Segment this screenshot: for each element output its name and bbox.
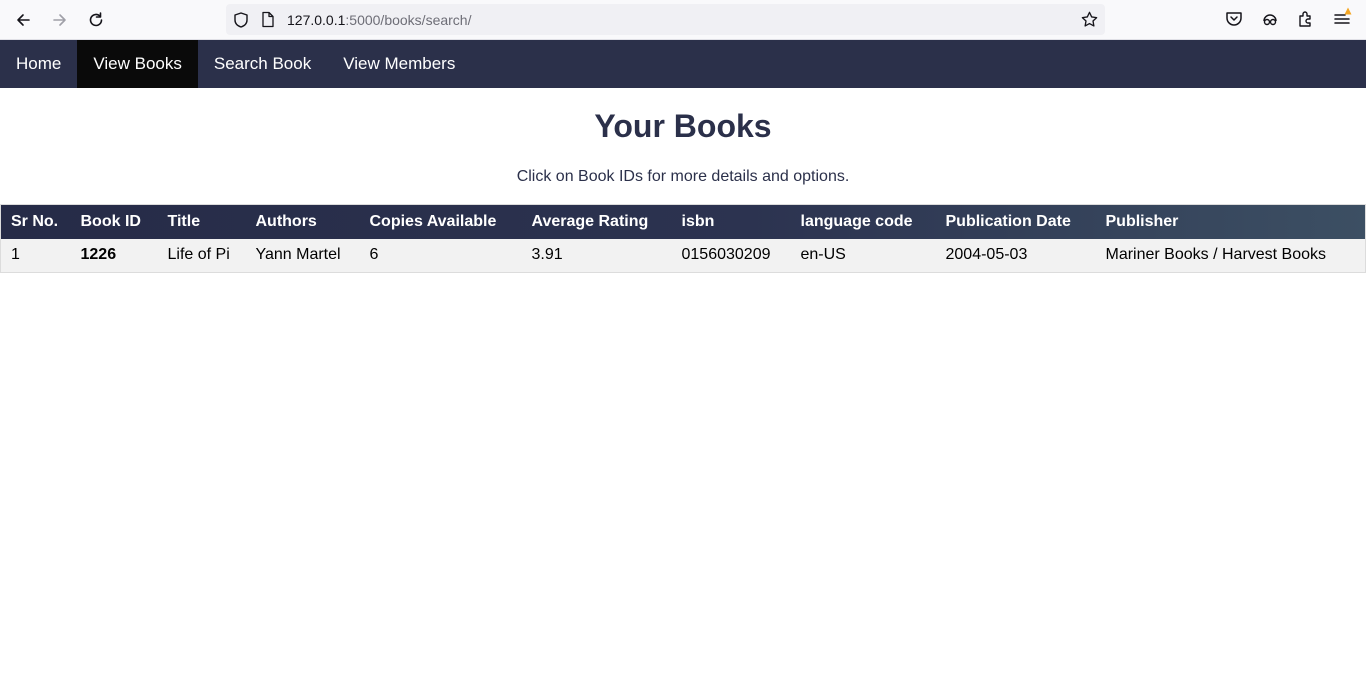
notification-dot <box>1344 7 1352 15</box>
nav-view-books[interactable]: View Books <box>77 40 198 88</box>
table-header-row: Sr No. Book ID Title Authors Copies Avai… <box>0 204 1366 239</box>
cell-language-code: en-US <box>790 238 936 273</box>
cell-publication-date: 2004-05-03 <box>935 238 1096 273</box>
pocket-icon[interactable] <box>1224 9 1244 29</box>
cell-book-id: 1226 <box>70 238 158 273</box>
header-isbn: isbn <box>681 212 715 230</box>
table-row: 1 1226 Life of Pi Yann Martel 6 3.91 015… <box>0 238 1366 273</box>
cell-average-rating: 3.91 <box>521 238 672 273</box>
page-icon[interactable] <box>260 11 276 28</box>
header-average-rating: Average Rating <box>531 212 649 230</box>
cell-copies-available: 6 <box>359 238 522 273</box>
cell-title: Life of Pi <box>157 238 246 273</box>
header-copies-available: Copies Available <box>369 212 497 230</box>
star-icon[interactable] <box>1080 10 1099 29</box>
page-subtitle: Click on Book IDs for more details and o… <box>516 168 850 185</box>
header-authors: Authors <box>255 212 317 230</box>
header-publisher: Publisher <box>1105 212 1179 230</box>
cell-publisher: Mariner Books / Harvest Books <box>1095 238 1366 273</box>
forward-arrow-icon <box>53 14 66 26</box>
back-button[interactable] <box>5 4 41 36</box>
url-path: :5000/books/search/ <box>345 12 472 28</box>
shield-icon[interactable] <box>232 11 250 29</box>
nav-search-book[interactable]: Search Book <box>198 40 327 88</box>
reload-button[interactable] <box>78 4 114 36</box>
site-navbar: Home View Books Search Book View Members <box>0 40 1366 88</box>
books-table: Sr No. Book ID Title Authors Copies Avai… <box>0 204 1366 273</box>
url-bar[interactable]: 127.0.0.1:5000/books/search/ <box>226 4 1105 35</box>
nav-home[interactable]: Home <box>0 40 77 88</box>
browser-toolbar: 127.0.0.1:5000/books/search/ <box>0 0 1366 40</box>
forward-button[interactable] <box>42 4 78 36</box>
header-title: Title <box>167 212 201 230</box>
header-sr-no: Sr No. <box>11 212 59 230</box>
header-language-code: language code <box>800 212 913 230</box>
header-book-id: Book ID <box>80 212 141 230</box>
header-publication-date: Publication Date <box>945 212 1071 230</box>
url-text[interactable]: 127.0.0.1:5000/books/search/ <box>287 12 471 28</box>
cell-isbn: 0156030209 <box>671 238 791 273</box>
reload-icon <box>89 12 103 27</box>
url-host: 127.0.0.1 <box>287 12 346 28</box>
cell-authors: Yann Martel <box>245 238 360 273</box>
back-arrow-icon <box>17 14 30 26</box>
extensions-icon[interactable] <box>1296 9 1316 29</box>
page-title: Your Books <box>594 108 772 144</box>
nav-view-members[interactable]: View Members <box>327 40 471 88</box>
cell-sr-no: 1 <box>0 238 71 273</box>
book-id-link[interactable]: 1226 <box>81 246 117 263</box>
account-sync-icon[interactable] <box>1260 9 1280 29</box>
